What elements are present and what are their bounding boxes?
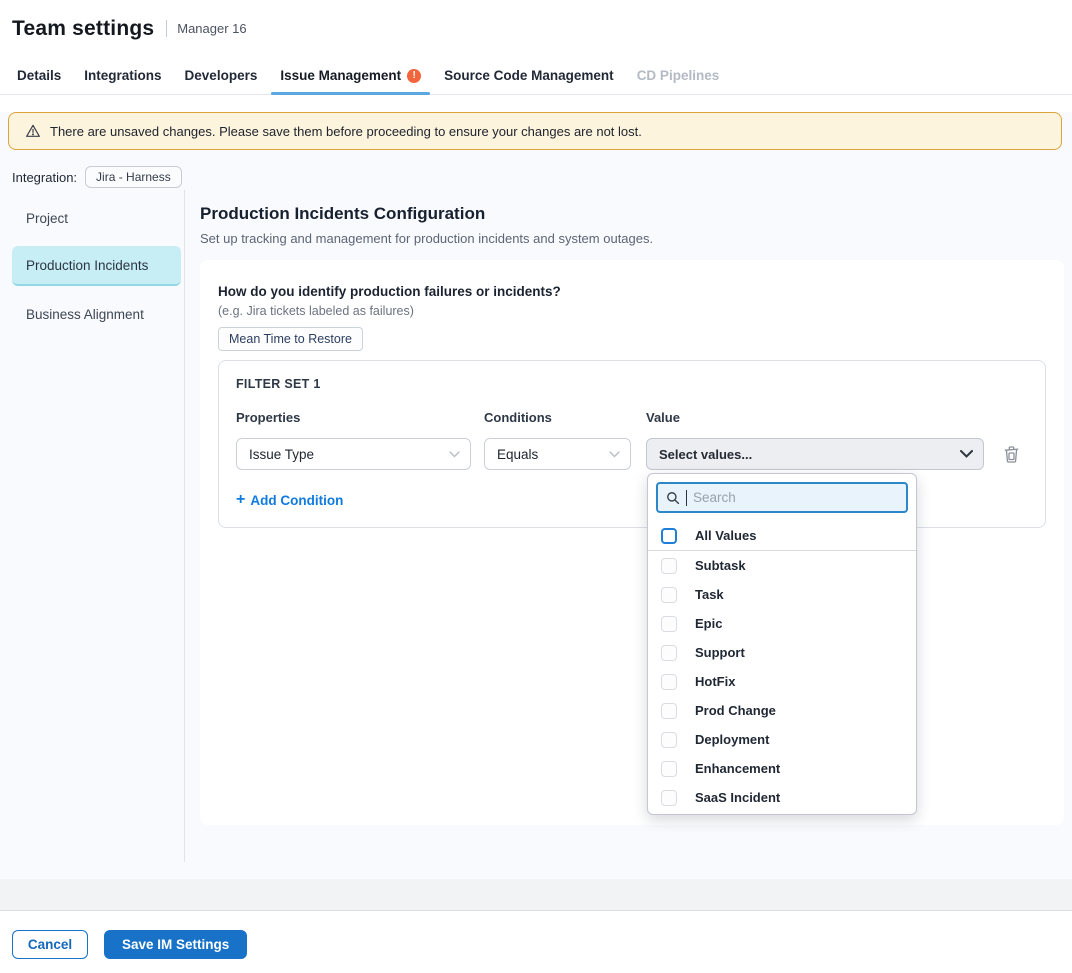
- main-panel: Production Incidents Configuration Set u…: [185, 190, 1072, 862]
- section-title: Production Incidents Configuration: [200, 204, 1064, 224]
- dropdown-search-box[interactable]: [656, 482, 908, 513]
- sidebar-item-project[interactable]: Project: [12, 198, 181, 238]
- config-question: How do you identify production failures …: [218, 284, 1046, 299]
- chevron-down-icon: [960, 450, 973, 458]
- value-option[interactable]: Deployment: [648, 725, 916, 754]
- conditions-column-label: Conditions: [484, 410, 631, 425]
- value-option[interactable]: SaaS Incident: [648, 783, 916, 812]
- chevron-down-icon: [609, 451, 620, 458]
- banner-text: There are unsaved changes. Please save t…: [50, 124, 642, 139]
- search-icon: [666, 491, 680, 505]
- sidebar-item-business-alignment[interactable]: Business Alignment: [12, 294, 181, 334]
- tab-cd-pipelines: CD Pipelines: [636, 57, 721, 94]
- tab-developers[interactable]: Developers: [184, 57, 259, 94]
- option-checkbox[interactable]: [661, 732, 677, 748]
- delete-filter-button[interactable]: [1004, 446, 1019, 463]
- value-option[interactable]: Prod Change: [648, 696, 916, 725]
- value-option[interactable]: Customer Notification: [648, 812, 916, 815]
- property-select[interactable]: Issue Type: [236, 438, 471, 470]
- text-cursor: [686, 490, 687, 506]
- select-all-option[interactable]: All Values: [648, 521, 916, 551]
- integration-chip[interactable]: Jira - Harness: [85, 166, 182, 188]
- value-option[interactable]: Subtask: [648, 551, 916, 580]
- option-checkbox[interactable]: [661, 645, 677, 661]
- option-checkbox[interactable]: [661, 703, 677, 719]
- incidents-config-card: How do you identify production failures …: [200, 260, 1064, 825]
- config-sidebar: Project Production Incidents Business Al…: [0, 190, 185, 862]
- tab-details[interactable]: Details: [16, 57, 62, 94]
- integration-label: Integration:: [12, 170, 77, 185]
- page-header: Team settings Manager 16: [0, 0, 1072, 57]
- save-im-settings-button[interactable]: Save IM Settings: [104, 930, 247, 959]
- warning-badge-icon: !: [407, 69, 421, 83]
- add-condition-button[interactable]: + Add Condition: [236, 492, 343, 508]
- filter-set-title: FILTER SET 1: [236, 377, 1028, 391]
- metric-chip[interactable]: Mean Time to Restore: [218, 327, 363, 351]
- option-checkbox[interactable]: [661, 558, 677, 574]
- footer-actions: Cancel Save IM Settings: [0, 911, 1072, 973]
- tab-source-code-management[interactable]: Source Code Management: [443, 57, 615, 94]
- value-option[interactable]: Enhancement: [648, 754, 916, 783]
- option-checkbox[interactable]: [661, 674, 677, 690]
- tab-integrations[interactable]: Integrations: [83, 57, 162, 94]
- filter-set-box: FILTER SET 1 Properties Conditions Value…: [218, 360, 1046, 528]
- value-option[interactable]: Support: [648, 638, 916, 667]
- plus-icon: +: [236, 492, 245, 508]
- option-checkbox[interactable]: [661, 761, 677, 777]
- value-multiselect[interactable]: Select values...: [646, 438, 984, 470]
- trash-icon: [1004, 446, 1019, 463]
- properties-column-label: Properties: [236, 410, 471, 425]
- section-description: Set up tracking and management for produ…: [200, 231, 1064, 246]
- unsaved-changes-banner: There are unsaved changes. Please save t…: [8, 112, 1062, 150]
- value-option[interactable]: HotFix: [648, 667, 916, 696]
- value-option[interactable]: Task: [648, 580, 916, 609]
- config-hint: (e.g. Jira tickets labeled as failures): [218, 304, 1046, 318]
- all-values-checkbox[interactable]: [661, 528, 677, 544]
- value-option[interactable]: Epic: [648, 609, 916, 638]
- option-checkbox[interactable]: [661, 616, 677, 632]
- condition-select[interactable]: Equals: [484, 438, 631, 470]
- sidebar-item-production-incidents[interactable]: Production Incidents: [12, 246, 181, 286]
- settings-tabbar: Details Integrations Developers Issue Ma…: [0, 57, 1072, 95]
- content-row: Project Production Incidents Business Al…: [0, 190, 1072, 862]
- value-column-label: Value: [646, 410, 984, 425]
- page-title: Team settings: [12, 17, 154, 41]
- title-divider: [166, 20, 167, 37]
- value-options-list: Subtask Task Epic Support HotFix Prod Ch…: [648, 551, 916, 815]
- search-input[interactable]: [693, 490, 898, 505]
- cancel-button[interactable]: Cancel: [12, 930, 88, 959]
- bottom-spacer: [0, 879, 1072, 911]
- option-checkbox[interactable]: [661, 587, 677, 603]
- integration-row: Integration: Jira - Harness: [12, 166, 1072, 188]
- option-checkbox[interactable]: [661, 790, 677, 806]
- value-options-dropdown: All Values Subtask Task Epic Support Hot…: [647, 473, 917, 815]
- warning-triangle-icon: [25, 123, 41, 139]
- chevron-down-icon: [449, 451, 460, 458]
- filter-column-labels: Properties Conditions Value: [236, 410, 1028, 425]
- filter-condition-row: Issue Type Equals Select values...: [236, 438, 1028, 470]
- page-subtitle: Manager 16: [177, 21, 246, 36]
- tab-issue-management[interactable]: Issue Management !: [279, 57, 422, 94]
- issue-management-section: There are unsaved changes. Please save t…: [0, 112, 1072, 879]
